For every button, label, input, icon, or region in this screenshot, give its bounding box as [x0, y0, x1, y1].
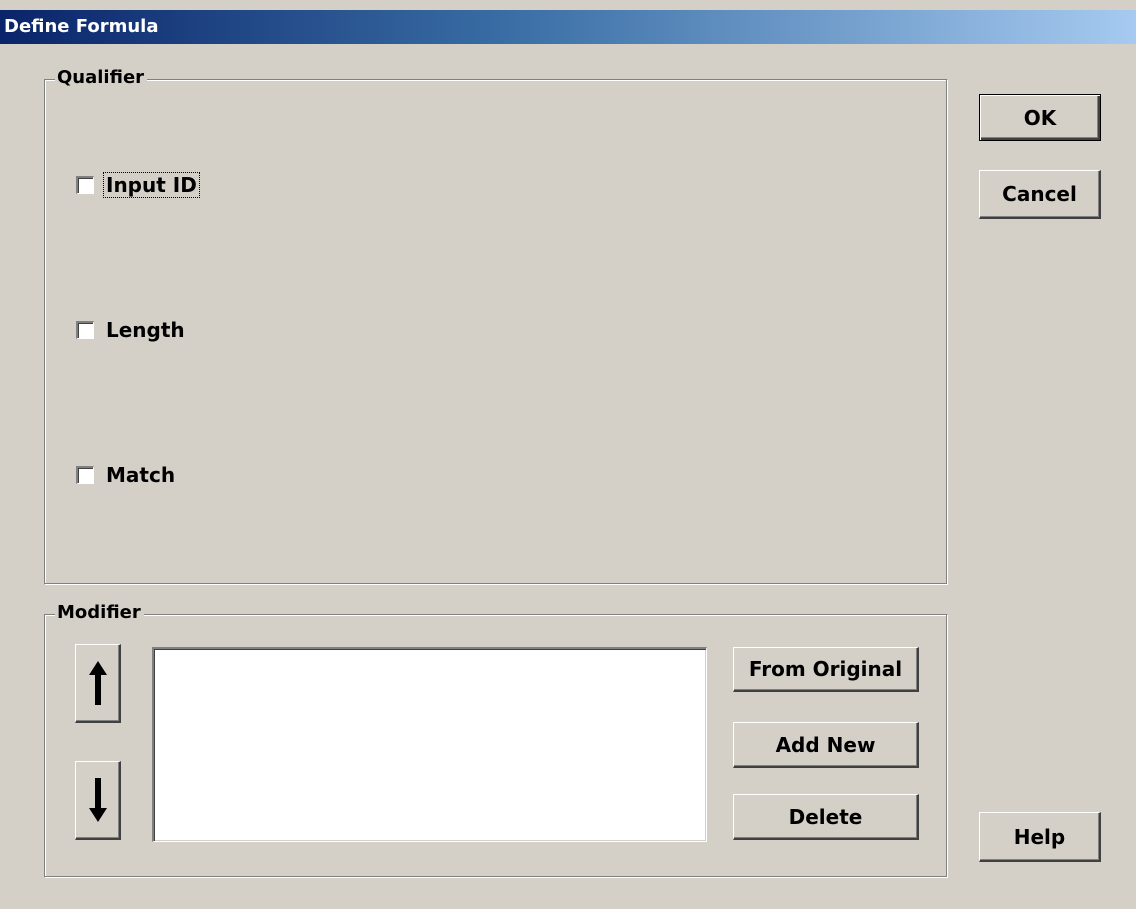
cancel-button[interactable]: Cancel — [979, 170, 1101, 219]
length-checkbox-label[interactable]: Length — [104, 318, 187, 342]
qualifier-group-label: Qualifier — [55, 66, 148, 90]
modifier-group: Modifier From Original Add New Delete — [44, 601, 948, 878]
match-checkbox[interactable]: Match — [76, 460, 177, 490]
from-original-button[interactable]: From Original — [733, 647, 919, 692]
title-bar[interactable]: Define Formula — [0, 10, 1136, 44]
input-id-checkbox-box[interactable] — [76, 176, 94, 194]
match-checkbox-box[interactable] — [76, 466, 94, 484]
modifier-listbox[interactable] — [152, 647, 707, 842]
modifier-group-label: Modifier — [55, 601, 144, 625]
length-checkbox[interactable]: Length — [76, 315, 187, 345]
input-id-checkbox[interactable]: Input ID — [76, 170, 200, 200]
down-arrow-icon — [88, 778, 107, 822]
window-title: Define Formula — [4, 16, 159, 37]
define-formula-dialog: Define Formula Qualifier Input ID Length… — [0, 0, 1136, 909]
add-new-button[interactable]: Add New — [733, 722, 919, 768]
input-id-checkbox-label[interactable]: Input ID — [103, 172, 200, 198]
length-checkbox-box[interactable] — [76, 321, 94, 339]
delete-button[interactable]: Delete — [733, 794, 919, 840]
move-up-button[interactable] — [75, 644, 121, 723]
up-arrow-icon — [88, 661, 107, 705]
help-button[interactable]: Help — [979, 812, 1101, 862]
move-down-button[interactable] — [75, 761, 121, 840]
ok-button[interactable]: OK — [979, 94, 1101, 141]
qualifier-group: Qualifier Input ID Length Match — [44, 66, 948, 585]
match-checkbox-label[interactable]: Match — [104, 463, 177, 487]
